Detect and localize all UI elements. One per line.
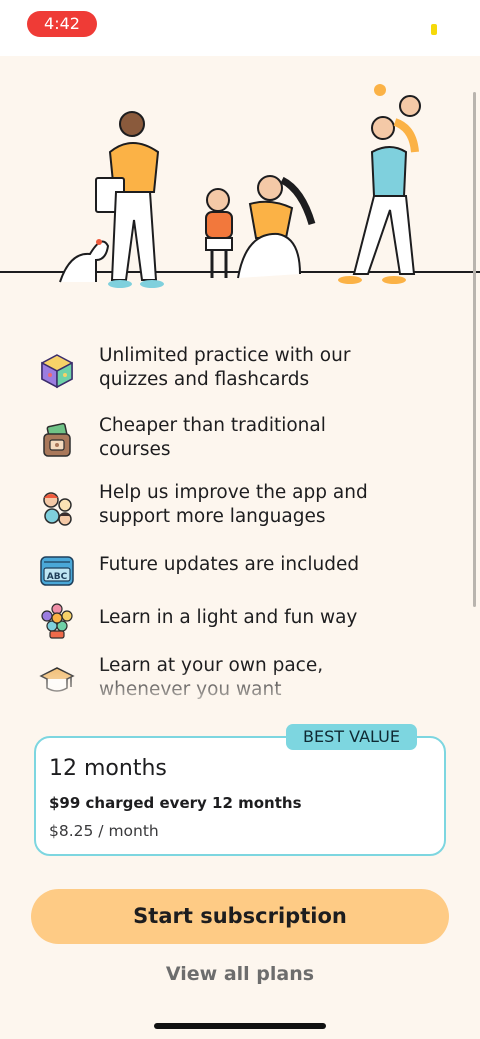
abc-book-icon: ABC bbox=[40, 556, 74, 586]
best-value-badge: BEST VALUE bbox=[286, 724, 417, 750]
flower-icon bbox=[41, 603, 73, 639]
man-figure bbox=[95, 111, 164, 288]
status-indicator-icon bbox=[431, 24, 437, 35]
benefit-text: Cheaper than traditional courses bbox=[99, 415, 326, 460]
scroll-fade bbox=[0, 668, 480, 706]
plan-charge: $99 charged every 12 months bbox=[49, 794, 302, 812]
cube-icon bbox=[41, 354, 73, 389]
family-learning-illustration bbox=[0, 84, 480, 288]
plan-card-12-months[interactable]: 12 months $99 charged every 12 months $8… bbox=[34, 736, 446, 856]
benefit-text: Learn in a light and fun way bbox=[99, 607, 358, 628]
benefit-text: Help us improve the app and support more… bbox=[99, 482, 368, 527]
plan-monthly-price: $8.25 / month bbox=[49, 822, 159, 840]
dog-figure bbox=[59, 239, 110, 283]
status-bar: 4:42 bbox=[0, 0, 480, 56]
benefit-text: Unlimited practice with our quizzes and … bbox=[99, 345, 351, 390]
benefits-scroll-area[interactable]: Unlimited practice with our quizzes and … bbox=[0, 56, 480, 706]
start-subscription-button[interactable]: Start subscription bbox=[31, 889, 449, 944]
status-time: 4:42 bbox=[27, 11, 97, 37]
plan-title: 12 months bbox=[49, 756, 167, 781]
view-all-plans-link[interactable]: View all plans bbox=[0, 963, 480, 985]
scrollbar[interactable] bbox=[473, 92, 476, 607]
wallet-icon bbox=[43, 422, 71, 457]
child-figure bbox=[205, 188, 233, 278]
woman-figure bbox=[237, 175, 316, 279]
community-icon bbox=[43, 492, 72, 526]
benefit-text: Future updates are included bbox=[99, 554, 360, 575]
parent-with-child-figure bbox=[338, 84, 421, 284]
home-indicator[interactable] bbox=[154, 1023, 326, 1029]
svg-text:ABC: ABC bbox=[47, 572, 68, 582]
